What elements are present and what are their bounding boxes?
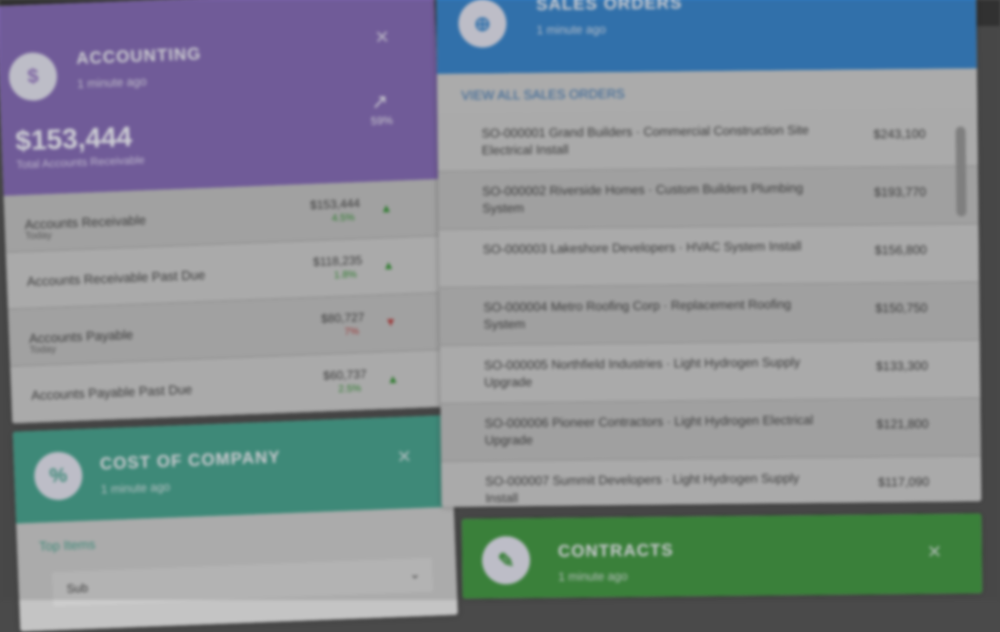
order-description: SO-000005 Northfield Industries · Light … (483, 355, 801, 390)
table-row[interactable]: SO-000003 Lakeshore Developers · HVAC Sy… (438, 224, 980, 288)
arrow-down-icon: ▼ (384, 314, 397, 330)
row-percent: 7% (344, 326, 360, 338)
table-row[interactable]: SO-000001 Grand Builders · Commercial Co… (437, 108, 978, 172)
arrow-up-icon: ▲ (386, 371, 400, 387)
close-icon[interactable]: ✕ (927, 542, 942, 563)
order-amount: $121,800 (876, 416, 929, 432)
close-icon[interactable]: ✕ (396, 446, 412, 468)
arrow-up-icon: ▲ (382, 257, 395, 273)
contracts-title: CONTRACTS (557, 540, 674, 561)
cost-of-company-header: % COST OF COMPANY 1 minute ago ✕ (12, 414, 454, 524)
order-amount: $150,750 (875, 300, 928, 316)
sales-orders-list: SO-000001 Grand Builders · Commercial Co… (437, 108, 982, 507)
table-row[interactable]: SO-000002 Riverside Homes · Custom Build… (437, 166, 979, 230)
accounting-header: $ ACCOUNTING 1 minute ago ✕ $153,444 Tot… (0, 0, 442, 196)
percent-icon: % (33, 451, 84, 501)
category-select[interactable]: Sub ⌄ (52, 557, 434, 607)
row-amount: $153,444 (309, 196, 361, 213)
accounting-subtitle: 1 minute ago (77, 74, 147, 91)
row-label: Accounts Receivable (24, 212, 147, 233)
order-amount: $117,090 (877, 474, 930, 490)
table-row[interactable]: SO-000004 Metro Roofing Corp · Replaceme… (439, 282, 980, 346)
cart-icon: ⊕ (458, 0, 507, 48)
row-label: Accounts Payable Past Due (30, 381, 193, 403)
order-amount: $133,300 (875, 358, 929, 374)
handshake-icon: ✎ (481, 536, 531, 585)
table-row[interactable]: SO-000007 Summit Developers · Light Hydr… (441, 456, 982, 507)
sales-orders-widget: ⊕ SALES ORDERS 1 minute ago VIEW ALL SAL… (436, 0, 982, 507)
order-description: SO-000007 Summit Developers · Light Hydr… (485, 471, 800, 506)
table-row[interactable]: SO-000006 Pioneer Contractors · Light Hy… (440, 398, 981, 462)
chevron-down-icon: ⌄ (409, 566, 421, 582)
row-percent: 4.5% (331, 212, 355, 225)
accounting-total: $153,444 (14, 120, 133, 157)
contracts-header: ✎ CONTRACTS 1 minute ago ✕ (461, 513, 983, 599)
order-description: SO-000002 Riverside Homes · Custom Build… (482, 181, 804, 216)
row-amount: $60,737 (323, 367, 367, 383)
sales-orders-header: ⊕ SALES ORDERS 1 minute ago (436, 0, 977, 74)
accounting-rows: Accounts Receivable Today $153,444 4.5% … (3, 179, 450, 424)
table-row[interactable]: SO-000005 Northfield Industries · Light … (439, 340, 981, 404)
left-column: $ ACCOUNTING 1 minute ago ✕ $153,444 Tot… (0, 0, 458, 632)
row-sub: Today (24, 230, 52, 243)
row-label: Accounts Payable (28, 326, 134, 346)
row-label: Accounts Receivable Past Due (26, 267, 206, 290)
dashboard-stage: $ ACCOUNTING 1 minute ago ✕ $153,444 Tot… (0, 0, 1000, 632)
trend-up-icon: ↗ (371, 91, 389, 114)
sales-orders-subtitle: 1 minute ago (536, 22, 606, 37)
select-value: Sub (66, 580, 89, 596)
order-description: SO-000006 Pioneer Contractors · Light Hy… (484, 413, 814, 448)
accounting-trend-label: 59% (370, 114, 394, 128)
order-description: SO-000003 Lakeshore Developers · HVAC Sy… (482, 239, 802, 257)
order-description: SO-000004 Metro Roofing Corp · Replaceme… (483, 297, 792, 332)
contracts-subtitle: 1 minute ago (558, 569, 628, 584)
accounting-title: ACCOUNTING (75, 44, 202, 68)
accounting-total-caption: Total Accounts Receivable (16, 154, 145, 172)
sales-orders-linkbar: VIEW ALL SALES ORDERS (436, 68, 978, 114)
view-all-sales-orders-link[interactable]: VIEW ALL SALES ORDERS (461, 86, 625, 103)
cost-of-company-subtitle: 1 minute ago (100, 479, 171, 497)
row-percent: 1.8% (333, 269, 358, 282)
cost-of-company-body: Top Items Sub ⌄ (16, 506, 458, 632)
cost-of-company-widget: % COST OF COMPANY 1 minute ago ✕ Top Ite… (12, 414, 458, 632)
dollar-icon: $ (8, 51, 58, 102)
accounting-widget: $ ACCOUNTING 1 minute ago ✕ $153,444 Tot… (0, 0, 450, 424)
order-amount: $156,800 (874, 242, 927, 258)
top-items-link[interactable]: Top Items (39, 537, 96, 554)
row-amount: $118,235 (312, 253, 363, 270)
cost-of-company-title: COST OF COMPANY (99, 447, 282, 474)
scrollbar[interactable] (955, 126, 967, 217)
order-amount: $193,770 (874, 184, 927, 200)
sales-orders-title: SALES ORDERS (536, 0, 683, 14)
row-sub: Today (29, 343, 57, 356)
row-amount: $80,727 (320, 310, 365, 326)
row-percent: 2.5% (338, 383, 362, 396)
order-amount: $243,100 (873, 126, 926, 142)
arrow-up-icon: ▲ (380, 200, 393, 216)
contracts-widget: ✎ CONTRACTS 1 minute ago ✕ (461, 513, 983, 599)
close-icon[interactable]: ✕ (374, 27, 390, 49)
right-column: ⊕ SALES ORDERS 1 minute ago VIEW ALL SAL… (436, 0, 983, 622)
order-description: SO-000001 Grand Builders · Commercial Co… (481, 123, 809, 158)
